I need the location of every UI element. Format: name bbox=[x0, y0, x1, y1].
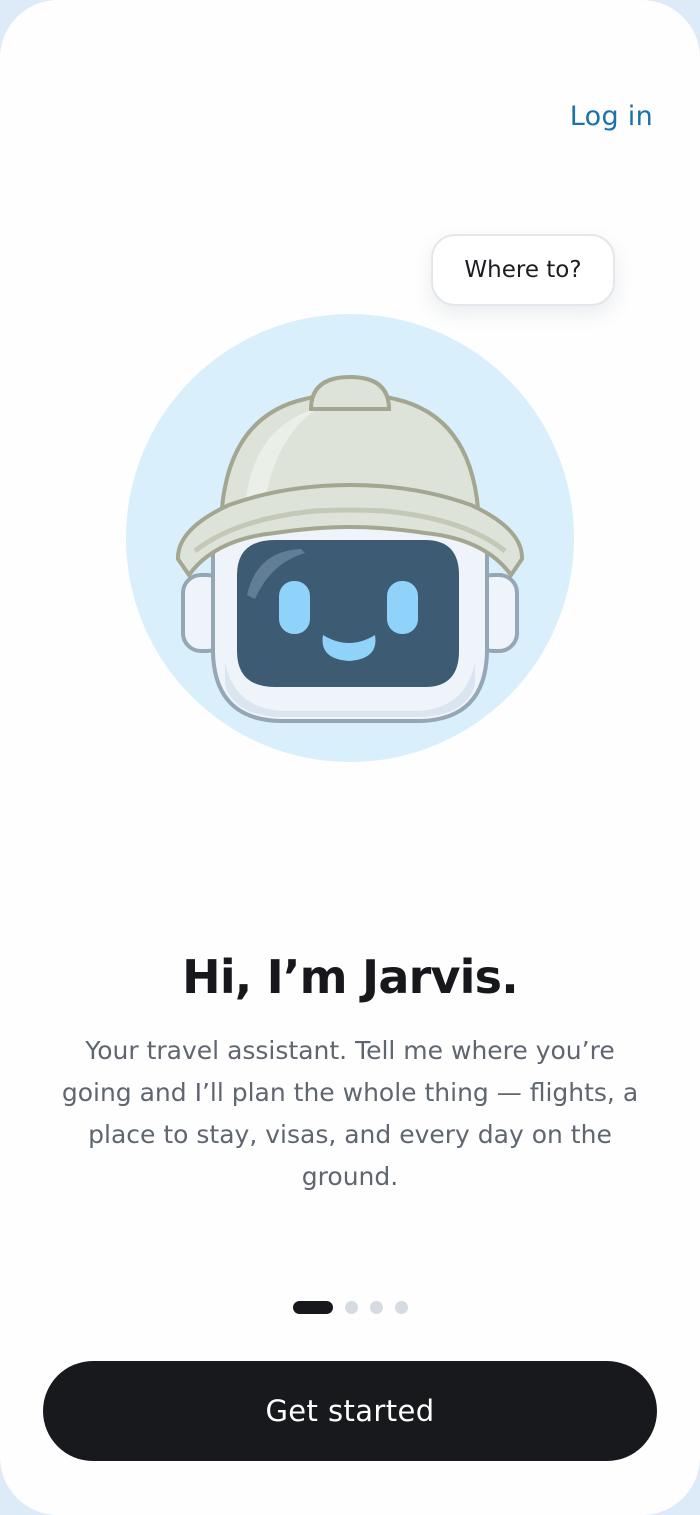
page-description: Your travel assistant. Tell me where you… bbox=[61, 1036, 639, 1191]
speech-bubble-text: Where to? bbox=[464, 257, 582, 283]
login-link[interactable]: Log in bbox=[570, 101, 653, 132]
speech-bubble: Where to? bbox=[431, 234, 615, 306]
page-indicator bbox=[0, 1300, 700, 1314]
onboarding-screen: Log in Where to? Hi, I’m Jarvis. Your tr… bbox=[0, 0, 700, 1515]
jarvis-avatar bbox=[125, 313, 575, 763]
robot-safari-helmet-icon bbox=[126, 314, 574, 762]
page-dot bbox=[344, 1300, 358, 1314]
get-started-label: Get started bbox=[265, 1394, 435, 1428]
page-dot bbox=[369, 1300, 383, 1314]
page-title: Hi, I’m Jarvis. bbox=[182, 950, 519, 1004]
page-dot bbox=[394, 1300, 408, 1314]
page-dot-active bbox=[292, 1300, 333, 1314]
get-started-button[interactable]: Get started bbox=[43, 1361, 657, 1461]
